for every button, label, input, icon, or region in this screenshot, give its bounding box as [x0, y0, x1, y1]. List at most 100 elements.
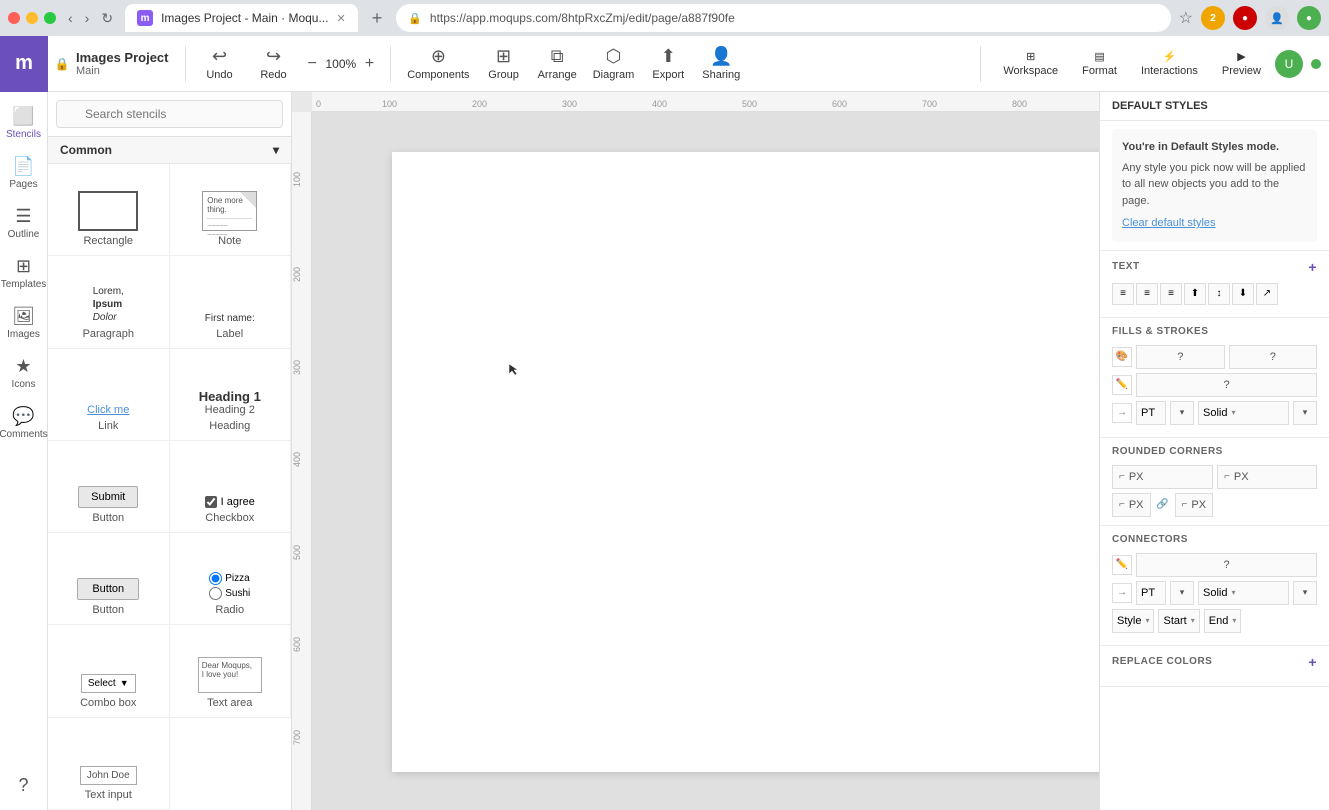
clear-styles-link[interactable]: Clear default styles — [1122, 215, 1307, 232]
fullscreen-dot[interactable] — [44, 12, 56, 24]
canvas-page[interactable] — [392, 152, 1099, 772]
close-dot[interactable] — [8, 12, 20, 24]
icons-icon: ★ — [15, 356, 31, 377]
connector-color-icon[interactable]: ✏️ — [1112, 555, 1132, 575]
corner-tl[interactable]: ⌐ PX — [1112, 465, 1213, 489]
interactions-button[interactable]: ⚡ Interactions — [1131, 46, 1208, 81]
preview-button[interactable]: ▶ Preview — [1212, 46, 1271, 81]
fill-opacity-value[interactable]: ? — [1229, 345, 1318, 369]
sidebar-item-stencils[interactable]: ⬜ Stencils — [2, 100, 46, 146]
refresh-button[interactable]: ↻ — [97, 8, 117, 29]
connector-style-type[interactable]: Style ▾ — [1112, 609, 1154, 633]
arrange-button[interactable]: ⧉ Arrange — [530, 42, 585, 85]
connector-solid-dropdown[interactable]: ▾ — [1293, 581, 1317, 605]
stencil-item-heading[interactable]: Heading 1 Heading 2 Heading — [170, 349, 292, 441]
valign-middle-icon[interactable]: ↕ — [1208, 283, 1230, 305]
connector-line-icon[interactable]: → — [1112, 583, 1132, 603]
icons-label: Icons — [12, 379, 36, 390]
stencil-item-link[interactable]: Click me Link — [48, 349, 170, 441]
sidebar-item-comments[interactable]: 💬 Comments — [2, 400, 46, 446]
stencil-item-textinput[interactable]: John Doe Text input — [48, 718, 170, 810]
stencil-item-rectangle[interactable]: Rectangle — [48, 164, 170, 256]
corner-br[interactable]: ⌐ PX — [1175, 493, 1214, 517]
stencil-item-button[interactable]: Button Button — [48, 533, 170, 625]
new-tab-button[interactable]: + — [366, 6, 389, 31]
corner-tr[interactable]: ⌐ PX — [1217, 465, 1317, 489]
zoom-in-button[interactable]: + — [361, 53, 378, 75]
address-bar[interactable]: 🔒 https://app.moqups.com/8htpRxcZmj/edit… — [396, 4, 1170, 32]
stroke-solid-dropdown[interactable]: ▾ — [1293, 401, 1317, 425]
app-logo[interactable]: m — [0, 36, 48, 92]
fill-color-value[interactable]: ? — [1136, 345, 1225, 369]
stencil-category-common[interactable]: Common ▾ — [48, 137, 291, 164]
stencil-item-textarea[interactable]: Dear Moqups,I love you! Text area — [170, 625, 292, 717]
align-left-icon[interactable]: ≡ — [1112, 283, 1134, 305]
minimize-dot[interactable] — [26, 12, 38, 24]
valign-top-icon[interactable]: ⬆ — [1184, 283, 1206, 305]
align-center-icon[interactable]: ≡ — [1136, 283, 1158, 305]
text-add-button[interactable]: + — [1308, 259, 1317, 275]
extension-icon-1[interactable]: 2 — [1201, 6, 1225, 30]
stencil-item-label[interactable]: First name: Label — [170, 256, 292, 348]
align-right-icon[interactable]: ≡ — [1160, 283, 1182, 305]
workspace-button[interactable]: ⊞ Workspace — [993, 46, 1068, 81]
undo-button[interactable]: ↩ Undo — [194, 42, 246, 85]
zoom-out-button[interactable]: − — [304, 53, 321, 75]
connector-start[interactable]: Start ▾ — [1158, 609, 1199, 633]
user-icon[interactable]: 👤 — [1265, 6, 1289, 30]
components-button[interactable]: ⊕ Components — [399, 42, 477, 85]
search-input[interactable] — [56, 100, 283, 128]
stroke-color-value[interactable]: ? — [1136, 373, 1317, 397]
stencil-item-radio[interactable]: Pizza Sushi Radio — [170, 533, 292, 625]
sharing-button[interactable]: 👤 Sharing — [694, 42, 748, 85]
export-button[interactable]: ⬆ Export — [642, 42, 694, 85]
connector-pt-value[interactable]: PT — [1136, 581, 1166, 605]
note-shape: One more thing. ~~~~~ ~~~~~ — [202, 191, 257, 231]
diagram-button[interactable]: ⬡ Diagram — [585, 42, 643, 85]
browser-tab[interactable]: m Images Project - Main · Moqu... ✕ — [125, 4, 358, 32]
connector-pt-dropdown[interactable]: ▾ — [1170, 581, 1194, 605]
sidebar-item-icons[interactable]: ★ Icons — [2, 350, 46, 396]
stencil-item-note[interactable]: One more thing. ~~~~~ ~~~~~ Note — [170, 164, 292, 256]
extension-icon-2[interactable]: ● — [1233, 6, 1257, 30]
stencil-item-paragraph[interactable]: Lorem,IpsumDolor Paragraph — [48, 256, 170, 348]
corner-bl[interactable]: ⌐ PX — [1112, 493, 1151, 517]
project-info: Images Project Main — [76, 50, 169, 77]
sidebar-item-pages[interactable]: 📄 Pages — [2, 150, 46, 196]
stroke-color-icon[interactable]: ✏️ — [1112, 375, 1132, 395]
tab-close-button[interactable]: ✕ — [336, 12, 345, 25]
help-item[interactable]: ? — [2, 769, 46, 802]
connector-end[interactable]: End ▾ — [1204, 609, 1242, 633]
undo-redo-section: ↩ Undo ↪ Redo — [194, 42, 300, 85]
stencil-item-combobox[interactable]: Select▼ Combo box — [48, 625, 170, 717]
stroke-pt-value[interactable]: PT — [1136, 401, 1166, 425]
text-direction-icon[interactable]: ↗ — [1256, 283, 1278, 305]
redo-button[interactable]: ↪ Redo — [248, 42, 300, 85]
user-avatar[interactable]: U — [1275, 50, 1303, 78]
corner-link-icon[interactable]: 🔗 — [1155, 497, 1171, 513]
stroke-line-icon[interactable]: → — [1112, 403, 1132, 423]
valign-bottom-icon[interactable]: ⬇ — [1232, 283, 1254, 305]
stroke-pt-dropdown[interactable]: ▾ — [1170, 401, 1194, 425]
format-button[interactable]: ▤ Format — [1072, 46, 1127, 81]
fill-color-icon[interactable]: 🎨 — [1112, 347, 1132, 367]
replace-colors-add-button[interactable]: + — [1308, 654, 1317, 670]
bookmark-icon[interactable]: ☆ — [1179, 8, 1193, 28]
connector-color-value[interactable]: ? — [1136, 553, 1317, 577]
canvas-area[interactable] — [312, 112, 1099, 810]
stroke-style-select[interactable]: Solid ▾ — [1198, 401, 1289, 425]
submit-label: Button — [92, 512, 124, 524]
back-button[interactable]: ‹ — [64, 8, 77, 29]
group-button[interactable]: ⊞ Group — [478, 42, 530, 85]
stencil-item-submit[interactable]: Submit Button — [48, 441, 170, 533]
forward-button[interactable]: › — [81, 8, 94, 29]
sidebar-item-outline[interactable]: ☰ Outline — [2, 200, 46, 246]
sidebar-item-images[interactable]: 🖼 Images — [2, 300, 46, 346]
help-button[interactable]: ? — [2, 769, 46, 802]
avatar-icon[interactable]: ● — [1297, 6, 1321, 30]
default-styles-title: DEFAULT STYLES — [1112, 100, 1208, 112]
sidebar-item-templates[interactable]: ⊞ Templates — [2, 250, 46, 296]
connector-style-select[interactable]: Solid ▾ — [1198, 581, 1289, 605]
canvas-wrapper[interactable]: 0 100 200 300 400 500 600 700 800 100 20… — [292, 92, 1099, 810]
stencil-item-checkbox[interactable]: I agree Checkbox — [170, 441, 292, 533]
